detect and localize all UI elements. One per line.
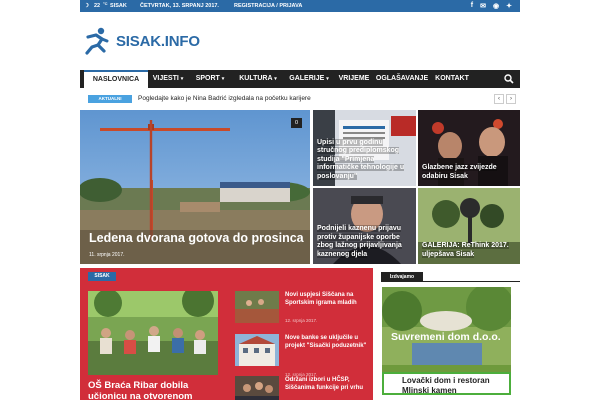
ad-box-line2: Mlinski kamen [402, 385, 457, 395]
comment-count[interactable]: 0 [291, 118, 302, 128]
side-date: 12. srpnja 2017. [285, 318, 318, 323]
hero-main-title: Ledena dvorana gotova do prosinca [89, 231, 304, 245]
nav-item-kontakt[interactable]: KONTAKT [432, 70, 472, 88]
aside-badge: Izdvajamo [381, 272, 423, 282]
featured-title[interactable]: OŠ Braća Ribar dobila učionicu na otvore… [88, 380, 223, 400]
current-date: ČETVRTAK, 13. SRPANJ 2017. [140, 3, 219, 9]
list-item[interactable]: Održani izbori u HČSP, Siščanima funkcij… [235, 376, 365, 400]
register-login-link[interactable]: REGISTRACIJA / PRIJAVA [234, 3, 302, 9]
chevron-down-icon: ▾ [221, 76, 225, 82]
nav-label: SPORT [195, 75, 220, 82]
ticker-badge: AKTUALNI [88, 95, 132, 103]
nav-label: GALERIJE [289, 75, 325, 82]
nav-item-sport[interactable]: SPORT ▾ [190, 70, 230, 88]
nav-label: KONTAKT [435, 75, 469, 82]
meeting-photo [235, 376, 279, 400]
site-logo[interactable]: SISAK.INFO [84, 26, 200, 56]
weather-temperature: 22 [94, 3, 101, 9]
chevron-down-icon: ▾ [274, 76, 277, 82]
hero-tile-title-text: GALERIJA: ReThink 2017. uljepšava Sisak [422, 242, 509, 258]
building-photo [235, 334, 279, 366]
rss-icon[interactable]: ◉ [493, 2, 499, 10]
hero-main-date: 11. srpnja 2017. [89, 252, 125, 258]
hero-tile-title-text: Upisi u prvu godinu stručnog prediplomsk… [317, 139, 405, 180]
chevron-right-icon[interactable]: › [506, 94, 516, 104]
hero-tile-title: GALERIJA: ReThink 2017. uljepšava Sisak [422, 242, 516, 259]
ad-box: Lovački dom i restoran Mlinski kamen [382, 372, 511, 395]
hero-main-article[interactable]: 0 Ledena dvorana gotova do prosinca 11. … [80, 110, 310, 264]
ad-title: Suvremeni dom d.o.o. [391, 331, 501, 343]
nav-item-naslovnica[interactable]: NASLOVNICA [84, 70, 148, 88]
hero-tile-title-text: Podnijeli kaznenu prijavu protiv županij… [317, 225, 402, 258]
main-navigation: NASLOVNICA VIJESTI ▾ SPORT ▾ KULTURA ▾ G… [80, 70, 520, 88]
weather-unit: °C [103, 1, 108, 6]
side-title: Nove banke se uključile u projekt "Sisač… [285, 335, 367, 350]
nav-label: VRIJEME [338, 75, 370, 82]
runner-logo-icon [85, 27, 109, 55]
nav-label: KULTURA [239, 75, 273, 82]
news-ticker: AKTUALNI Pogledajte kako je Nina Badrić … [80, 93, 520, 105]
list-item[interactable]: Nove banke se uključile u projekt "Sisač… [235, 334, 367, 377]
list-item[interactable]: Novi uspjesi Siščana na Sportskim igrama… [235, 291, 365, 325]
sports-photo [235, 291, 279, 323]
weather-icon: ☽ [84, 3, 89, 9]
aside-header: Izdvajamo [381, 272, 520, 282]
hero-tile-title: Podnijeli kaznenu prijavu protiv županij… [317, 225, 412, 259]
hero-tile-jazz[interactable]: Glazbene jazz zvijezde odabiru Sisak [418, 110, 520, 186]
hero-tile-title: Glazbene jazz zvijezde odabiru Sisak [422, 164, 516, 181]
ticker-headline[interactable]: Pogledajte kako je Nina Badrić izgledala… [138, 95, 311, 102]
weather-city: SISAK [110, 3, 127, 9]
ad-box-line1: Lovački dom i restoran [402, 376, 490, 385]
nav-item-oglasavanje[interactable]: OGLAŠAVANJE [374, 70, 430, 88]
top-bar: ☽ 22 °C SISAK ČETVRTAK, 13. SRPANJ 2017.… [80, 0, 520, 12]
nav-item-vijesti[interactable]: VIJESTI ▾ [148, 70, 188, 88]
site-name: SISAK.INFO [116, 32, 200, 50]
nav-item-galerije[interactable]: GALERIJE ▾ [284, 70, 334, 88]
hero-tile-report[interactable]: Podnijeli kaznenu prijavu protiv županij… [313, 188, 416, 264]
facebook-icon[interactable]: f [471, 2, 473, 10]
advertisement[interactable]: Suvremeni dom d.o.o. Lovački dom i resto… [382, 287, 511, 395]
search-icon[interactable] [504, 74, 514, 84]
sisak-section: SISAK OŠ Braća Ribar dobila učionicu na … [80, 268, 373, 400]
featured-image[interactable] [88, 291, 218, 375]
side-title: Novi uspjesi Siščana na Sportskim igrama… [285, 292, 357, 307]
hero-tile-study[interactable]: Upisi u prvu godinu stručnog prediplomsk… [313, 110, 416, 186]
nav-item-kultura[interactable]: KULTURA ▾ [232, 70, 284, 88]
side-thumb [235, 291, 279, 323]
side-title: Održani izbori u HČSP, Siščanima funkcij… [285, 377, 364, 392]
twitter-icon[interactable]: ✦ [506, 2, 512, 10]
hero-tile-title-text: Glazbene jazz zvijezde odabiru Sisak [422, 164, 497, 180]
nav-item-vrijeme[interactable]: VRIJEME [335, 70, 373, 88]
chevron-down-icon: ▾ [326, 76, 329, 82]
hero-tile-rethink[interactable]: GALERIJA: ReThink 2017. uljepšava Sisak [418, 188, 520, 264]
nav-label: VIJESTI [152, 75, 179, 82]
side-thumb [235, 334, 279, 366]
chevron-left-icon[interactable]: ‹ [494, 94, 504, 104]
side-thumb [235, 376, 279, 400]
mail-icon[interactable]: ✉ [480, 2, 486, 10]
chevron-down-icon: ▾ [180, 76, 184, 82]
nav-label: NASLOVNICA [92, 76, 140, 83]
nav-label: OGLAŠAVANJE [375, 75, 429, 82]
hero-tile-title: Upisi u prvu godinu stručnog prediplomsk… [317, 139, 412, 181]
section-badge[interactable]: SISAK [88, 272, 116, 281]
school-photo [88, 291, 218, 375]
